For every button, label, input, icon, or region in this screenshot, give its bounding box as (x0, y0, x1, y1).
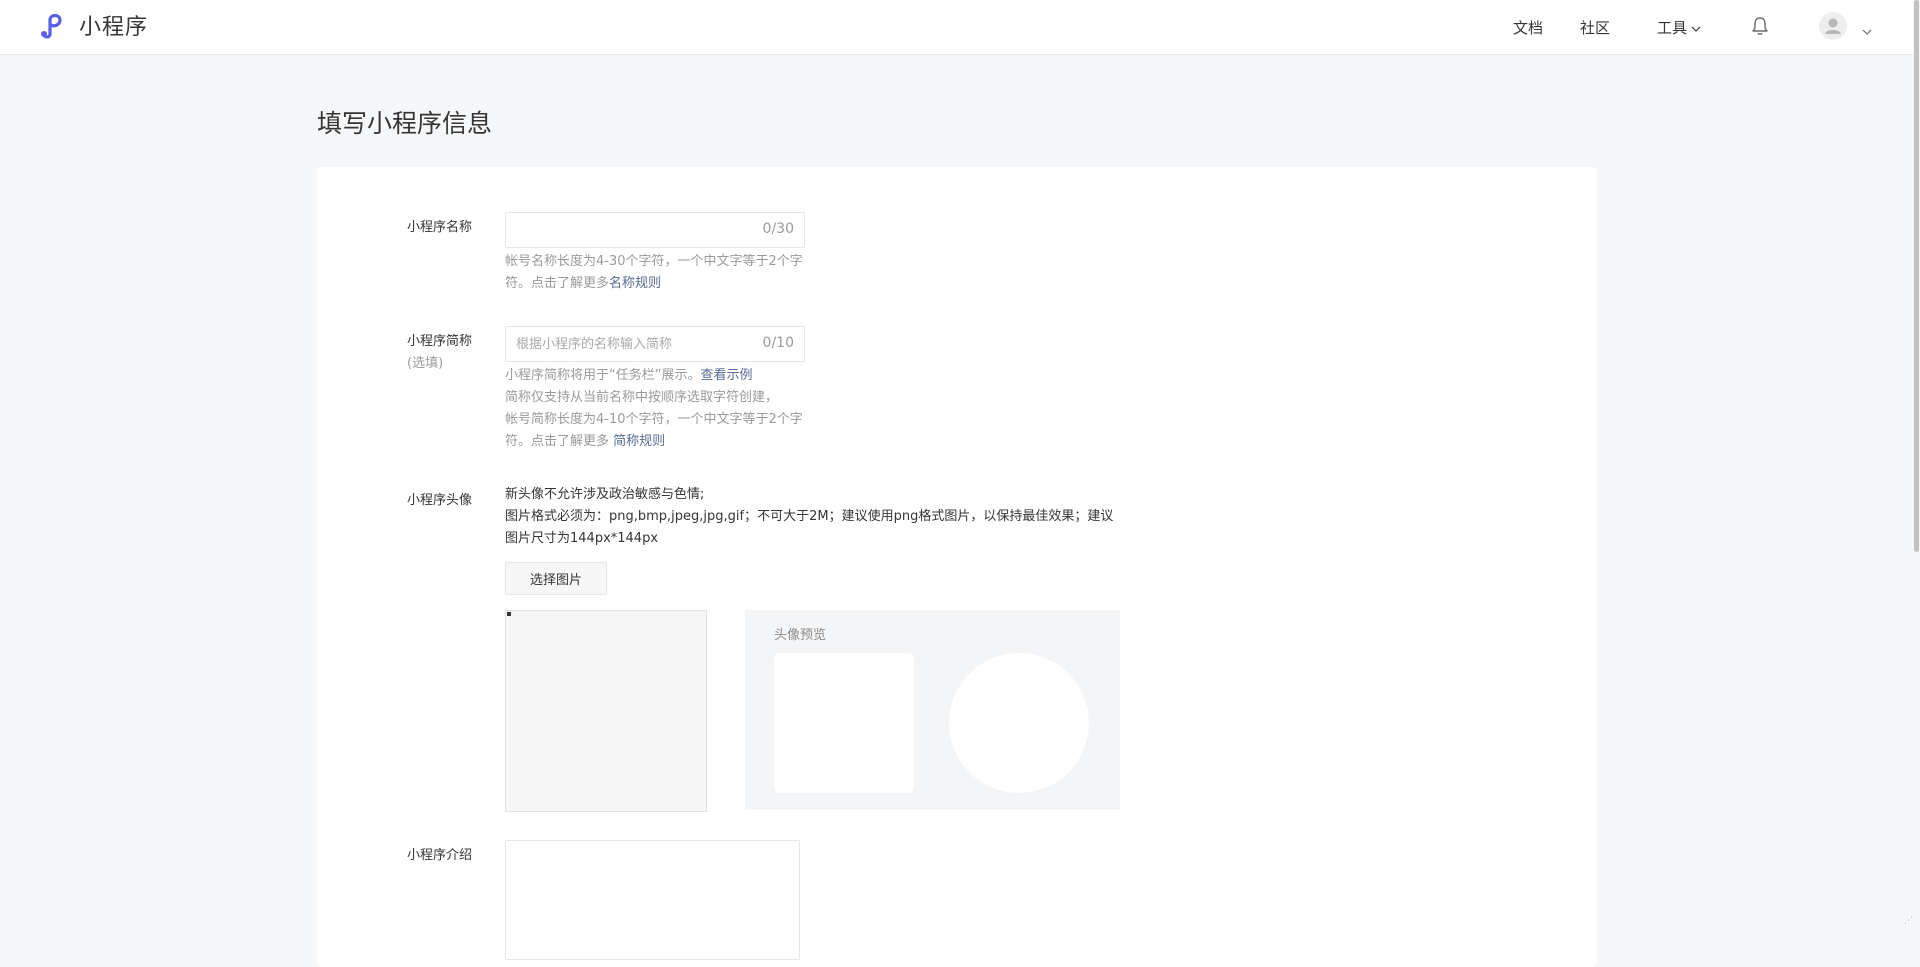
avatar-desc-line2: 图片格式必须为：png,bmp,jpeg,jpg,gif；不可大于2M；建议使用… (505, 509, 1114, 546)
avatar-preview-square (774, 653, 914, 793)
avatar-preview-panel: 头像预览 (745, 610, 1120, 810)
page-scrollbar-thumb[interactable] (1914, 0, 1919, 552)
short-name-input[interactable] (516, 327, 746, 361)
short-name-rules-link[interactable]: 简称规则 (613, 434, 665, 449)
short-name-hint: 小程序简称将用于“任务栏”展示。查看示例 简称仅支持从当前名称中按顺序选取字符创… (505, 365, 805, 453)
top-header: 小程序 文档 社区 工具 (0, 0, 1913, 55)
name-hint: 帐号名称长度为4-30个字符，一个中文字等于2个字符。点击了解更多名称规则 (505, 251, 805, 295)
nav-tools-menu[interactable]: 工具 (1657, 0, 1701, 54)
bell-icon[interactable] (1751, 16, 1769, 40)
avatar-description: 新头像不允许涉及政治敏感与色情; 图片格式必须为：png,bmp,jpeg,jp… (505, 484, 1115, 550)
page-title: 填写小程序信息 (317, 109, 493, 138)
crop-handle[interactable] (507, 612, 511, 616)
avatar-preview-circle (949, 653, 1089, 793)
select-image-button[interactable]: 选择图片 (505, 562, 607, 595)
chevron-down-icon[interactable] (1862, 20, 1872, 39)
nav-docs-link[interactable]: 文档 (1513, 0, 1543, 54)
short-name-optional-label: (选填) (407, 356, 444, 371)
user-avatar-icon[interactable] (1819, 12, 1847, 40)
short-name-counter: 0/10 (762, 335, 794, 351)
short-name-hint-line1: 小程序简称将用于“任务栏”展示。 (505, 368, 701, 383)
nav-community-link[interactable]: 社区 (1580, 0, 1610, 54)
app-name: 小程序 (79, 15, 149, 40)
chevron-down-icon (1687, 18, 1701, 36)
avatar-preview-title: 头像预览 (774, 628, 827, 643)
app-logo[interactable]: 小程序 (38, 9, 148, 41)
avatar-crop-area[interactable] (505, 610, 707, 812)
resize-grip-icon: ⋰ (1904, 916, 1913, 926)
view-example-link[interactable]: 查看示例 (700, 368, 752, 383)
name-counter: 0/30 (762, 221, 794, 237)
mini-program-logo-icon (38, 9, 70, 41)
intro-label: 小程序介绍 (407, 848, 473, 863)
short-name-hint-line2: 简称仅支持从当前名称中按顺序选取字符创建， (505, 390, 779, 405)
nav-tools-label: 工具 (1657, 18, 1688, 37)
avatar-desc-line1: 新头像不允许涉及政治敏感与色情; (505, 487, 705, 502)
avatar-label: 小程序头像 (407, 493, 473, 508)
short-name-label-text: 小程序简称 (407, 334, 473, 349)
short-name-field[interactable]: 0/10 (505, 326, 805, 362)
name-rules-link[interactable]: 名称规则 (609, 276, 661, 291)
name-label: 小程序名称 (407, 220, 473, 235)
name-input[interactable] (516, 213, 746, 247)
name-field[interactable]: 0/30 (505, 212, 805, 248)
intro-textarea[interactable] (505, 840, 800, 960)
short-name-label: 小程序简称 (选填) (407, 331, 472, 375)
